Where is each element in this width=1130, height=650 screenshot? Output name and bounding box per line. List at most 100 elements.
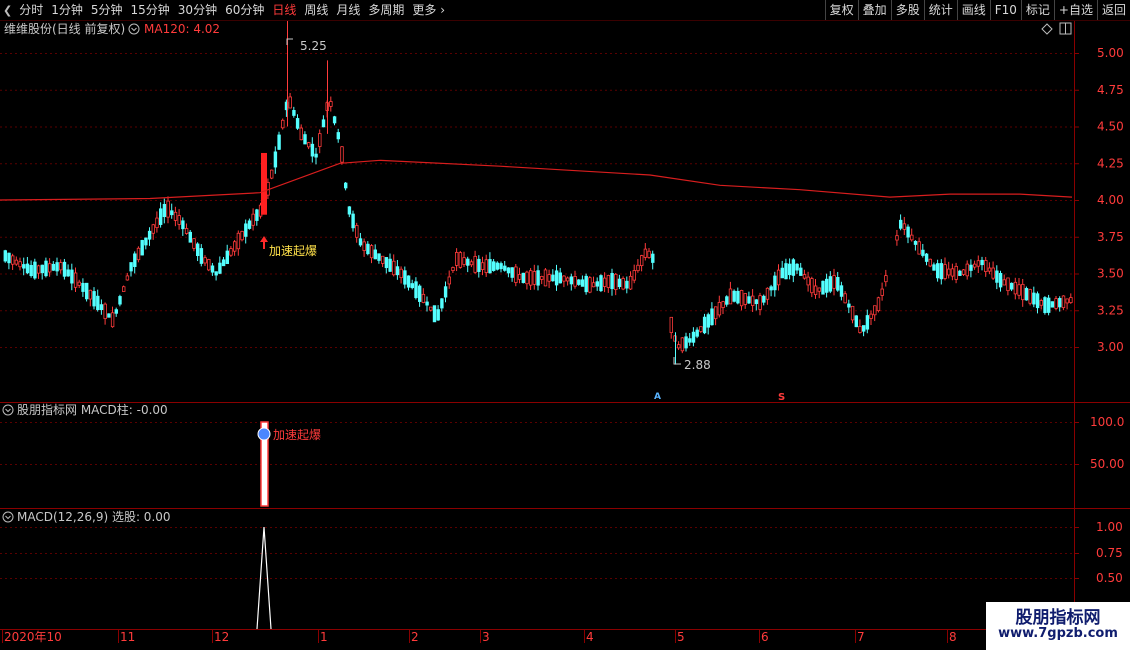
candle (580, 275, 585, 287)
candle (573, 270, 577, 289)
back-button[interactable]: 返回 (1096, 0, 1130, 20)
candle (425, 296, 429, 312)
chevron-left-icon[interactable]: ❮ (0, 4, 15, 17)
candle (318, 129, 322, 154)
candle (562, 275, 566, 288)
candle (850, 305, 855, 324)
candle (70, 263, 74, 291)
candle (1035, 291, 1040, 314)
diamond-icon[interactable] (1041, 23, 1053, 35)
panel2-dropdown-icon[interactable] (2, 404, 14, 416)
panel3-dropdown-icon[interactable] (2, 511, 14, 523)
y-tick-label: 3.00 (1097, 340, 1124, 354)
candle (551, 269, 555, 282)
candle (99, 299, 104, 315)
ma120-label: MA120: 4.02 (144, 22, 220, 36)
candle (980, 256, 984, 271)
marker-s: S (778, 392, 785, 403)
high-label: 5.25 (300, 39, 327, 53)
tab-period-1min[interactable]: 1分钟 (47, 0, 87, 20)
candle (795, 263, 799, 274)
candle (77, 279, 81, 289)
candle (677, 341, 681, 351)
statistics-button[interactable]: 统计 (923, 0, 957, 20)
candle (754, 299, 759, 311)
candle (25, 256, 30, 275)
tab-period-timeshare[interactable]: 分时 (15, 0, 47, 20)
candle (151, 223, 155, 240)
candle (810, 276, 814, 298)
candle (821, 280, 825, 295)
candle (847, 299, 851, 314)
candle (1021, 278, 1025, 307)
x-axis: 2020年10 11 12 1 2 3 4 5 6 7 8 (2, 629, 957, 644)
multi-stock-button[interactable]: 多股 (890, 0, 924, 20)
candle (62, 258, 67, 280)
candle (728, 281, 733, 305)
draw-line-button[interactable]: 画线 (956, 0, 990, 20)
candle (880, 282, 884, 301)
overlay-button[interactable]: 叠加 (857, 0, 891, 20)
panel2-header: 股朋指标网 MACD柱: -0.00 (2, 402, 168, 417)
restore-rights-button[interactable]: 复权 (824, 0, 858, 20)
candle (36, 264, 41, 279)
candle (247, 218, 252, 230)
candle (366, 241, 370, 256)
tab-period-daily[interactable]: 日线 (268, 0, 300, 20)
candle (495, 261, 500, 271)
candle (173, 206, 178, 227)
tab-period-more[interactable]: 更多 › (408, 0, 449, 20)
candle (369, 244, 374, 264)
candle (910, 228, 914, 242)
candle (440, 298, 444, 312)
candle (392, 254, 396, 277)
candle (876, 296, 881, 313)
candle (614, 272, 618, 296)
candle (277, 131, 281, 150)
candle (410, 279, 414, 290)
candle (340, 146, 344, 165)
signal-candle (261, 152, 267, 215)
signal-label-main: 加速起爆 (269, 244, 317, 258)
candle (170, 203, 174, 219)
tab-period-monthly[interactable]: 月线 (332, 0, 364, 20)
tab-period-60min[interactable]: 60分钟 (221, 0, 268, 20)
tab-period-multi[interactable]: 多周期 (364, 0, 408, 20)
candle (973, 260, 977, 270)
y-tick-label: 5.00 (1097, 46, 1124, 60)
dropdown-icon[interactable] (128, 23, 140, 35)
candle (995, 265, 999, 290)
candle (473, 250, 477, 274)
candle (869, 310, 873, 326)
candle (710, 302, 714, 326)
candle (725, 295, 729, 307)
candle (33, 258, 37, 280)
add-watchlist-button[interactable]: +自选 (1053, 0, 1097, 20)
candle (1013, 277, 1018, 300)
candle (536, 265, 540, 291)
candle (55, 257, 59, 276)
candle (606, 274, 611, 293)
candle (632, 264, 636, 284)
candle (806, 271, 810, 292)
panel2-y-axis: 100.0 50.00 (1074, 415, 1124, 471)
candle (491, 258, 496, 272)
mark-button[interactable]: 标记 (1020, 0, 1054, 20)
candle (188, 229, 192, 243)
y-tick-label: 3.50 (1097, 267, 1124, 281)
candle (954, 262, 958, 284)
tab-period-weekly[interactable]: 周线 (300, 0, 332, 20)
tab-period-30min[interactable]: 30分钟 (174, 0, 221, 20)
more-label: 更多 (412, 3, 437, 17)
y-tick-label: 3.25 (1097, 303, 1124, 317)
candle (1054, 295, 1058, 310)
tab-period-15min[interactable]: 15分钟 (127, 0, 174, 20)
ma120-line (0, 159, 1073, 201)
candle (832, 268, 836, 296)
candle (432, 305, 437, 323)
panel3-header: MACD(12,26,9) 选股: 0.00 (2, 510, 171, 524)
candle (443, 281, 448, 303)
tab-period-5min[interactable]: 5分钟 (87, 0, 127, 20)
f10-button[interactable]: F10 (989, 0, 1021, 20)
candle (207, 258, 211, 272)
